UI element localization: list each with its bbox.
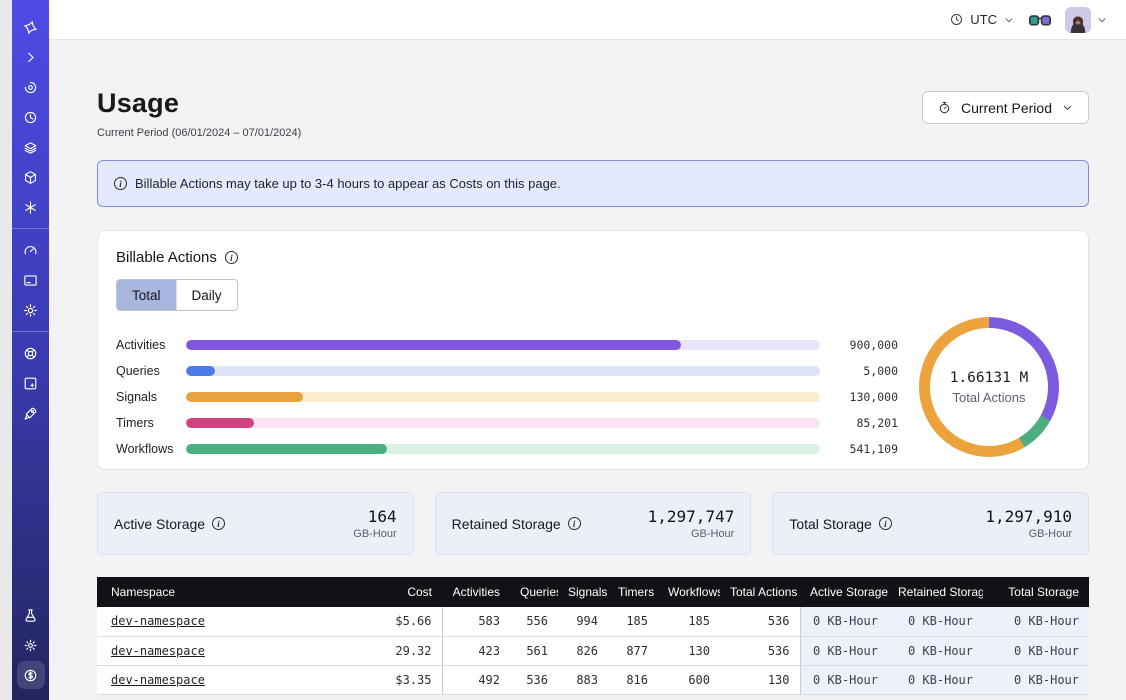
total-storage-card: Total Storagei 1,297,910GB-Hour	[772, 492, 1089, 555]
feedback-icon[interactable]	[12, 368, 49, 398]
info-icon: i	[114, 177, 127, 190]
deployments-cube-icon[interactable]	[12, 162, 49, 192]
info-icon[interactable]: i	[879, 517, 892, 530]
main-content: Usage Current Period (06/01/2024 – 07/01…	[49, 40, 1126, 700]
chevron-down-icon	[1096, 14, 1108, 26]
total-daily-toggle: Total Daily	[116, 279, 238, 311]
dev-mode-glasses-icon[interactable]	[1029, 13, 1051, 27]
info-banner: i Billable Actions may take up to 3-4 ho…	[97, 160, 1089, 207]
nexus-asterisk-icon[interactable]	[12, 192, 49, 222]
retained-storage-card: Retained Storagei 1,297,747GB-Hour	[435, 492, 752, 555]
namespace-link[interactable]: dev-namespace	[111, 673, 205, 687]
bar-row-workflows: Workflows 541,109	[116, 436, 898, 462]
info-icon[interactable]: i	[212, 517, 225, 530]
namespace-link[interactable]: dev-namespace	[111, 614, 205, 628]
left-gutter	[0, 0, 12, 700]
page-subtitle: Current Period (06/01/2024 – 07/01/2024)	[97, 127, 301, 139]
usage-gauge-icon[interactable]	[12, 235, 49, 265]
tab-total[interactable]: Total	[117, 280, 176, 310]
namespace-usage-table: Namespace Cost Activities Queries Signal…	[97, 577, 1089, 700]
avatar	[1065, 7, 1091, 33]
clock-icon	[949, 12, 964, 27]
total-actions-label: Total Actions	[953, 390, 1026, 405]
settings-gear-icon[interactable]	[12, 295, 49, 325]
sidebar	[12, 0, 49, 700]
banner-text: Billable Actions may take up to 3-4 hour…	[135, 176, 561, 191]
storage-summary-row: Active Storagei 164GB-Hour Retained Stor…	[97, 492, 1089, 555]
next-row-peek	[97, 695, 1089, 700]
table-header-row: Namespace Cost Activities Queries Signal…	[97, 577, 1089, 607]
stopwatch-icon	[937, 100, 952, 115]
timezone-label: UTC	[970, 12, 997, 27]
current-period-dropdown[interactable]: Current Period	[922, 91, 1089, 124]
billable-actions-card: Billable Actions i Total Daily Activitie…	[97, 230, 1089, 470]
info-icon[interactable]: i	[568, 517, 581, 530]
billing-dollar-icon[interactable]	[17, 661, 45, 689]
timezone-selector[interactable]: UTC	[949, 12, 1015, 27]
info-icon[interactable]: i	[225, 251, 238, 264]
bar-row-timers: Timers 85,201	[116, 410, 898, 436]
theme-sun-icon[interactable]	[12, 630, 49, 660]
chevron-down-icon	[1061, 101, 1074, 114]
table-row: dev-namespace 29.32 423 561 826 877 130 …	[97, 636, 1089, 665]
getting-started-rocket-icon[interactable]	[12, 398, 49, 428]
topbar: UTC	[49, 0, 1126, 40]
billable-actions-title: Billable Actions	[116, 249, 217, 266]
support-icon[interactable]	[12, 338, 49, 368]
table-row: dev-namespace $3.35 492 536 883 816 600 …	[97, 665, 1089, 694]
collapse-chevron-icon[interactable]	[12, 42, 49, 72]
table-row: dev-namespace $5.66 583 556 994 185 185 …	[97, 607, 1089, 636]
stack-icon[interactable]	[12, 132, 49, 162]
sidebar-divider	[12, 228, 49, 229]
chevron-down-icon	[1003, 14, 1015, 26]
page-title: Usage	[97, 88, 301, 119]
web-ui-window-icon[interactable]	[12, 265, 49, 295]
labs-flask-icon[interactable]	[12, 600, 49, 630]
namespace-link[interactable]: dev-namespace	[111, 644, 205, 658]
active-storage-card: Active Storagei 164GB-Hour	[97, 492, 414, 555]
billable-bar-chart: Activities 900,000 Queries 5,000 Signals…	[116, 332, 898, 462]
total-actions-value: 1.66131 M	[950, 370, 1029, 386]
bar-row-queries: Queries 5,000	[116, 358, 898, 384]
account-menu[interactable]	[1065, 7, 1108, 33]
sidebar-divider	[12, 331, 49, 332]
tab-daily[interactable]: Daily	[176, 280, 237, 310]
total-actions-donut: 1.66131 M Total Actions	[919, 317, 1059, 457]
namespaces-icon[interactable]	[12, 72, 49, 102]
bar-row-activities: Activities 900,000	[116, 332, 898, 358]
temporal-logo-icon	[12, 12, 49, 42]
bar-row-signals: Signals 130,000	[116, 384, 898, 410]
schedules-icon[interactable]	[12, 102, 49, 132]
